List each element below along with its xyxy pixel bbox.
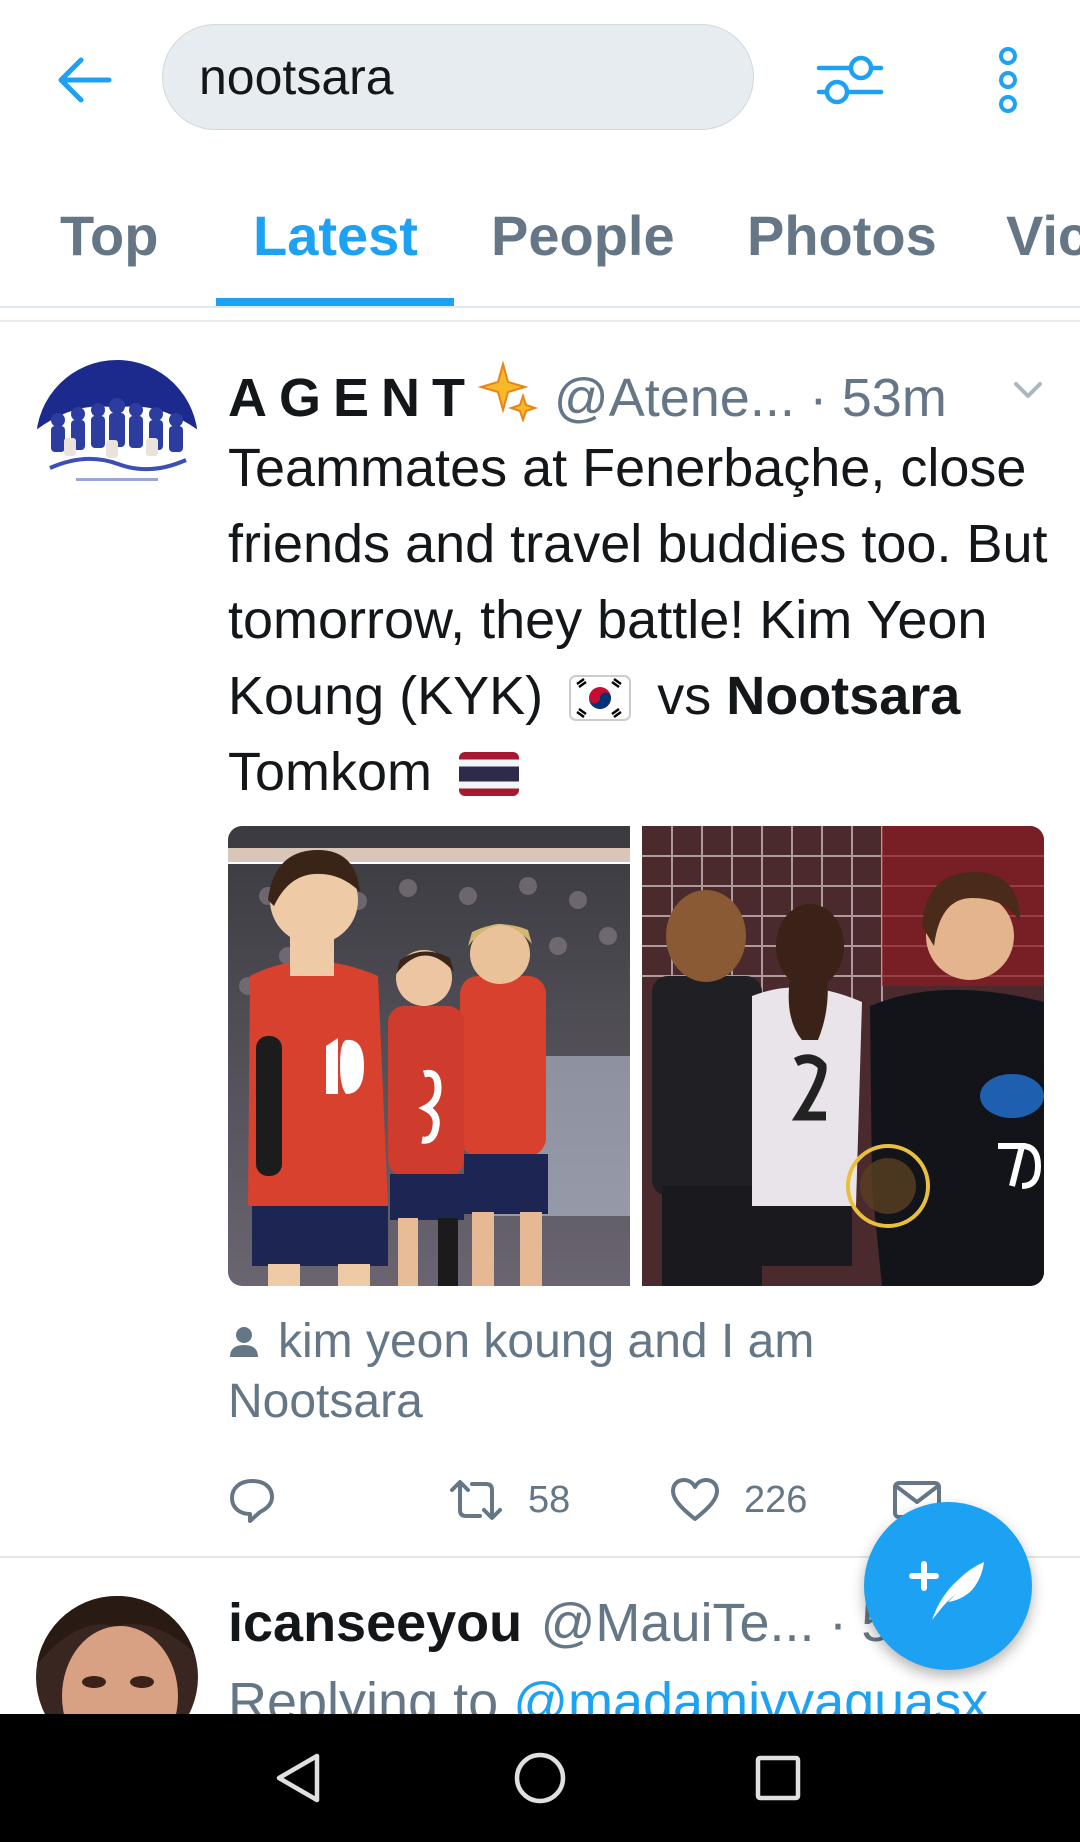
author-display-name[interactable]: AGENT	[228, 368, 477, 428]
reply-mention-link[interactable]: @madamivyaguasx	[513, 1672, 988, 1714]
nav-recents-button[interactable]	[748, 1748, 808, 1808]
arrow-left-icon	[58, 57, 112, 103]
tab-latest[interactable]: Latest	[253, 200, 418, 308]
search-query-text: nootsara	[199, 49, 394, 105]
author-display-name[interactable]: icanseeyou	[228, 1593, 522, 1653]
back-button[interactable]	[50, 45, 120, 115]
reply-button[interactable]	[228, 1470, 300, 1530]
author-handle[interactable]: @Atene...	[554, 368, 795, 428]
header-separator: ·	[828, 1593, 847, 1653]
header-separator: ·	[809, 368, 828, 428]
nav-back-button[interactable]	[268, 1748, 328, 1808]
tab-top[interactable]: Top	[60, 200, 158, 308]
nav-home-button[interactable]	[510, 1748, 570, 1808]
square-recents-icon	[755, 1755, 801, 1801]
search-term-highlight: Nootsara	[726, 666, 961, 726]
twitter-search-screen: nootsara Top Latest People Photos Vic AG…	[0, 0, 1080, 1842]
tagged-users[interactable]: kim yeon koung and I am Nootsara	[228, 1312, 1028, 1432]
circle-home-icon	[514, 1752, 566, 1804]
media-photo-right[interactable]	[642, 826, 1044, 1286]
thailand-flag-icon	[459, 752, 520, 796]
volleyball-thailand-photo	[642, 826, 1044, 1286]
vertical-dots-icon	[999, 47, 1017, 113]
top-app-bar: nootsara	[0, 0, 1080, 160]
search-filter-button[interactable]	[810, 40, 890, 120]
author-handle[interactable]: @MauiTe...	[541, 1593, 815, 1653]
media-photo-left[interactable]	[228, 826, 630, 1286]
tweet-timestamp: 53m	[841, 368, 947, 428]
search-tabs: Top Latest People Photos Vic	[0, 200, 1080, 308]
heart-icon	[671, 1478, 719, 1521]
tab-photos[interactable]: Photos	[747, 200, 937, 308]
search-input[interactable]: nootsara	[162, 24, 754, 130]
like-count: 226	[744, 1478, 808, 1521]
tweet-header: AGENT @Atene... · 53m	[228, 360, 1058, 430]
replying-to-line: Replying to @madamivyaguasx	[228, 1664, 1058, 1714]
sliders-icon	[816, 55, 884, 105]
tweet[interactable]: AGENT @Atene... · 53m Teammates at Fener…	[0, 322, 1080, 1558]
tabs-divider	[0, 306, 1080, 308]
avatar[interactable]	[36, 1596, 198, 1714]
volleyball-korea-photo	[228, 826, 630, 1286]
retweet-icon	[450, 1480, 502, 1520]
tagged-users-line1: kim yeon koung and I am	[278, 1315, 815, 1368]
avatar[interactable]	[36, 360, 198, 522]
replying-to-label: Replying to	[228, 1672, 499, 1714]
compose-tweet-button[interactable]	[864, 1502, 1032, 1670]
chevron-down-icon[interactable]	[1008, 370, 1048, 410]
comment-icon	[230, 1479, 274, 1523]
person-icon	[230, 1327, 258, 1357]
sparkle-icon	[477, 360, 539, 422]
retweet-count: 58	[528, 1478, 571, 1521]
team-photo-avatar-image	[36, 360, 198, 522]
system-navigation-bar	[0, 1714, 1080, 1842]
feather-plus-icon	[909, 1561, 984, 1620]
tweet-body: Teammates at Fenerbaçhe, close friends a…	[228, 430, 1058, 810]
profile-photo-avatar-image	[36, 1596, 198, 1714]
south-korea-flag-icon	[569, 675, 632, 721]
triangle-back-icon	[276, 1753, 320, 1803]
overflow-menu-button[interactable]	[980, 40, 1036, 120]
tagged-users-line2: Nootsara	[228, 1375, 423, 1428]
retweet-button[interactable]: 58	[448, 1470, 570, 1530]
tweet-media-grid[interactable]	[228, 826, 1044, 1286]
tab-people[interactable]: People	[491, 200, 675, 308]
tweet-text-vs: vs	[657, 666, 712, 726]
tab-videos[interactable]: Vic	[1006, 200, 1080, 308]
tweet-text-end: Tomkom	[228, 742, 433, 802]
like-button[interactable]: 226	[670, 1470, 807, 1530]
